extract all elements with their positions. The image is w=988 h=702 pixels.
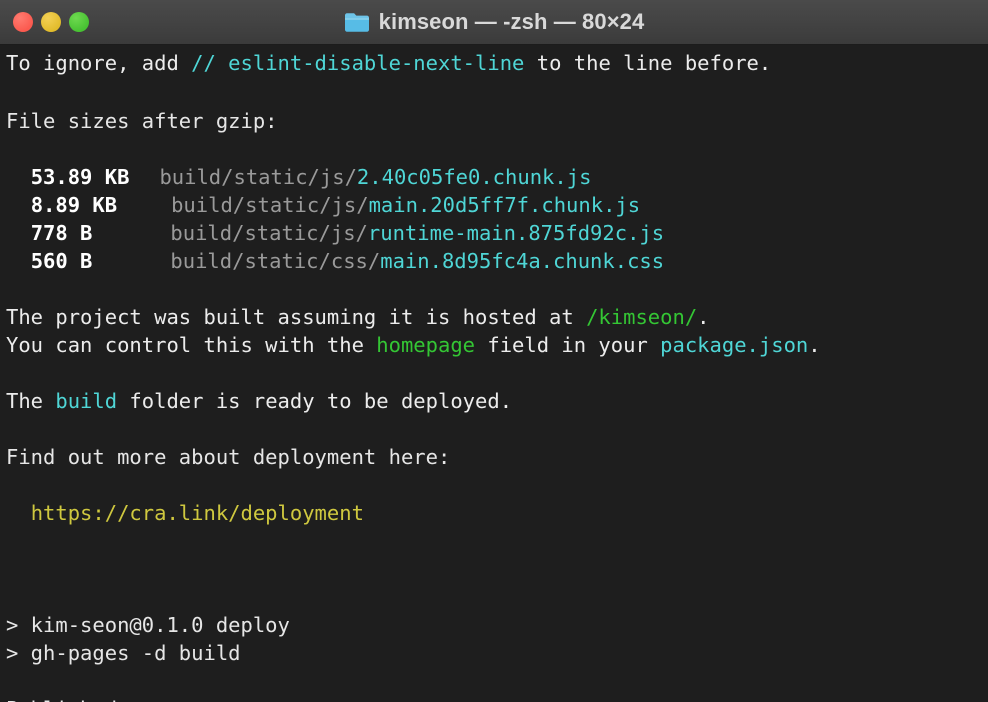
npm-command-line: > gh-pages -d build — [6, 641, 241, 665]
file-size: 778 B — [30, 221, 93, 245]
homepage-path: /kimseon/ — [586, 305, 698, 329]
file-name: main.8d95fc4a.chunk.css — [380, 249, 665, 273]
build-ready-suffix: folder is ready to be deployed. — [117, 389, 513, 413]
lint-hint-directive: // eslint-disable-next-line — [191, 51, 525, 75]
folder-icon — [344, 12, 369, 32]
lint-hint-line: To ignore, add // eslint-disable-next-li… — [6, 45, 988, 79]
homepage-note-line-2: You can control this with the homepage f… — [6, 331, 988, 359]
file-row: 560 B build/static/css/main.8d95fc4a.chun… — [6, 247, 988, 275]
file-row: 778 B build/static/js/runtime-main.875fd9… — [6, 219, 988, 247]
file-name: 2.40c05fe0.chunk.js — [356, 165, 592, 189]
close-button[interactable] — [13, 12, 33, 32]
package-json-file: package.json — [660, 333, 809, 357]
homepage-control-prefix: You can control this with the — [6, 333, 377, 357]
window-title-text: kimseon — -zsh — 80×24 — [378, 9, 645, 34]
deployment-url-line: https://cra.link/deployment — [6, 499, 988, 527]
build-ready-line: The build folder is ready to be deployed… — [6, 387, 988, 415]
published-line: Published — [6, 695, 988, 702]
file-path: build/static/js/ — [159, 165, 357, 189]
window-controls — [13, 12, 89, 32]
file-path: build/static/css/ — [170, 249, 381, 273]
file-name: runtime-main.875fd92c.js — [367, 221, 665, 245]
homepage-control-mid: field in your — [475, 333, 661, 357]
lint-hint-suffix: to the line before. — [524, 51, 772, 75]
file-row: 53.89 KB build/static/js/2.40c05fe0.chunk… — [6, 163, 988, 191]
file-name: main.20d5ff7f.chunk.js — [368, 193, 641, 217]
filesizes-heading: File sizes after gzip: — [6, 109, 278, 133]
lint-hint-prefix: To ignore, add — [6, 51, 192, 75]
file-path: build/static/js/ — [170, 221, 368, 245]
homepage-note-line-1: The project was built assuming it is hos… — [6, 303, 988, 331]
build-ready-prefix: The — [6, 389, 56, 413]
terminal-output[interactable]: To ignore, add // eslint-disable-next-li… — [0, 45, 988, 702]
terminal-window: kimseon — -zsh — 80×24 To ignore, add //… — [0, 0, 988, 702]
minimize-button[interactable] — [41, 12, 61, 32]
build-folder-name: build — [55, 389, 118, 413]
homepage-field: homepage — [376, 333, 476, 357]
title-bar-title: kimseon — -zsh — 80×24 — [0, 0, 988, 44]
zoom-button[interactable] — [69, 12, 89, 32]
find-out-more-line: Find out more about deployment here: — [6, 445, 451, 469]
npm-script-line: > kim-seon@0.1.0 deploy — [6, 613, 290, 637]
title-bar: kimseon — -zsh — 80×24 — [0, 0, 988, 45]
file-size: 8.89 KB — [30, 193, 118, 217]
file-size: 53.89 KB — [30, 165, 130, 189]
homepage-note-prefix: The project was built assuming it is hos… — [6, 305, 587, 329]
homepage-control-period: . — [808, 333, 821, 357]
file-size: 560 B — [30, 249, 93, 273]
file-path: build/static/js/ — [171, 193, 369, 217]
homepage-note-period: . — [697, 305, 710, 329]
deployment-url-link[interactable]: https://cra.link/deployment — [31, 501, 364, 525]
file-row: 8.89 KB build/static/js/main.20d5ff7f.chu… — [6, 191, 988, 219]
